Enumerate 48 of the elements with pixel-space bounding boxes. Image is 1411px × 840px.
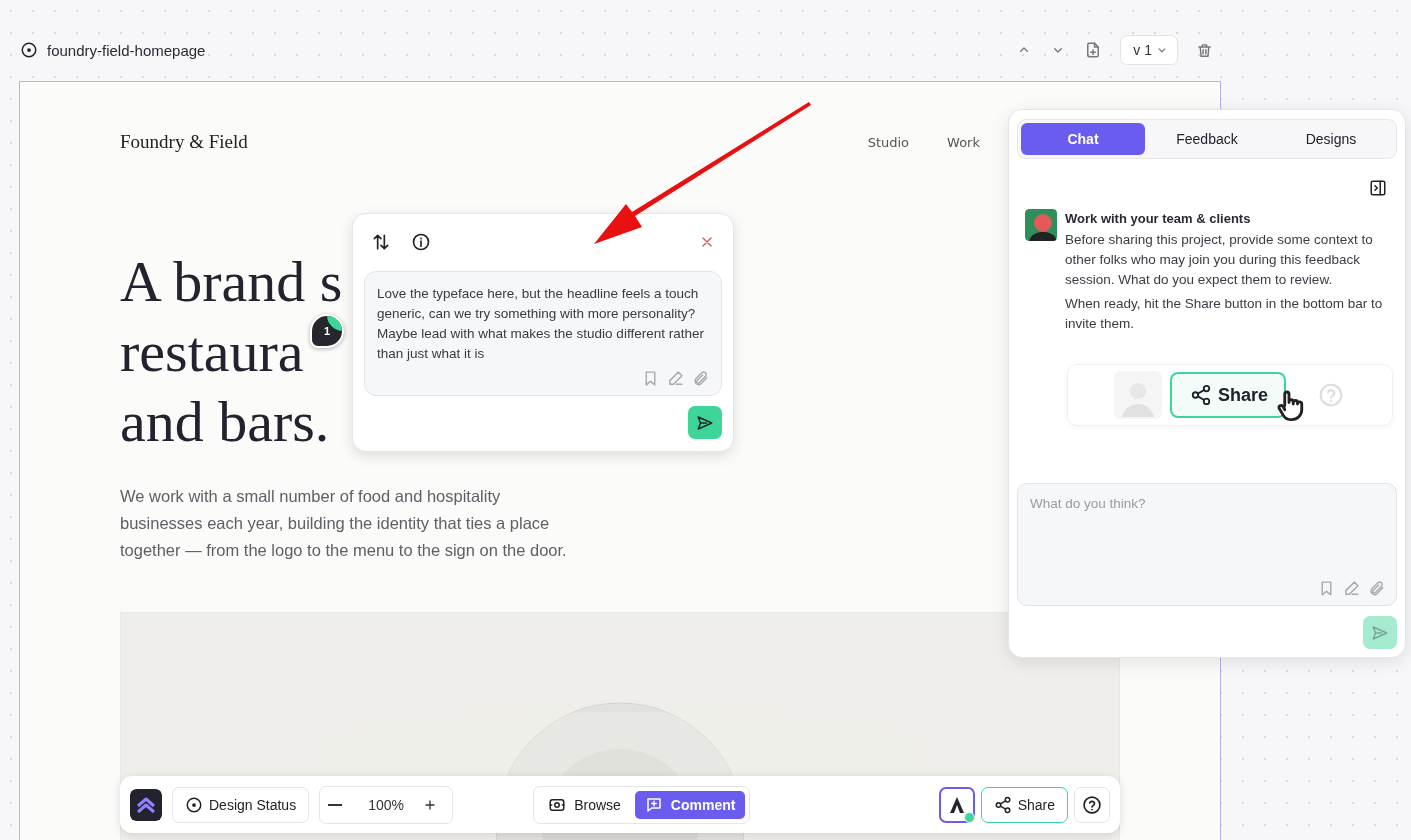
send-icon xyxy=(1371,623,1389,642)
tab[interactable]: Designs xyxy=(1269,123,1393,155)
user-button[interactable] xyxy=(938,786,975,823)
target-icon xyxy=(20,41,38,59)
send-button[interactable] xyxy=(688,406,722,439)
message-text: Before sharing this project, provide some context to other folks who may join you during this feedback session. What do you expect them to review. xyxy=(1065,231,1374,289)
info-icon[interactable] xyxy=(411,231,431,252)
project-name: foundry-field-homepage xyxy=(47,41,206,59)
comment-field[interactable]: Love the typeface here, but the headline feels a touch generic, can we try something with more personality? Maybe lead with what makes the studio different rather than just what it is xyxy=(364,271,722,396)
mode-toggle[interactable]: Comment xyxy=(634,790,746,819)
help-icon xyxy=(1082,794,1102,815)
nav-link[interactable]: Studio xyxy=(867,134,910,150)
trash-icon[interactable] xyxy=(1196,41,1213,59)
collapse-panel-icon[interactable] xyxy=(1369,179,1387,197)
share-icon xyxy=(1190,384,1212,406)
brand-name: Foundry & Field xyxy=(120,131,248,153)
headline: restaura xyxy=(120,318,304,386)
target-icon xyxy=(185,795,203,814)
headline: and bars. xyxy=(120,388,330,456)
send-icon xyxy=(696,413,714,432)
avatar xyxy=(1025,209,1057,241)
tab[interactable]: Feedback xyxy=(1145,123,1269,155)
paperclip-icon[interactable] xyxy=(1368,580,1385,597)
mode-toggle[interactable]: Browse xyxy=(538,790,631,819)
comment-icon xyxy=(644,795,663,814)
avatar xyxy=(1114,371,1162,419)
version-dropdown[interactable]: v 1 xyxy=(1120,35,1178,65)
letter-logo-icon xyxy=(948,795,965,814)
share-icon xyxy=(993,795,1012,814)
share-button[interactable]: Share xyxy=(980,786,1068,823)
zoom-level: 100% xyxy=(367,796,406,813)
message-text: When ready, hit the Share button in the bottom bar to invite them. xyxy=(1065,295,1384,333)
help-icon xyxy=(1318,382,1345,408)
message-title: Work with your team & clients xyxy=(1065,211,1252,226)
nav-link[interactable]: Work xyxy=(947,134,980,150)
tab[interactable]: Chat xyxy=(1021,123,1145,155)
minus-icon xyxy=(328,803,343,806)
help-button[interactable] xyxy=(1074,786,1110,823)
intro-text: We work with a small number of food and hospitality businesses each year, building the identity that ties a place together — from the logo to the menu to the sign on the door. xyxy=(120,486,568,561)
paperclip-icon[interactable] xyxy=(692,370,709,387)
sort-icon[interactable] xyxy=(371,231,391,252)
app-logo[interactable] xyxy=(130,788,162,821)
chat-input[interactable]: What do you think? xyxy=(1017,483,1397,606)
headline: A brand s xyxy=(120,248,343,316)
design-status-button[interactable]: Design Status xyxy=(172,786,310,823)
pencil-icon[interactable] xyxy=(1343,580,1360,597)
share-button[interactable]: Share xyxy=(1170,372,1287,418)
pencil-icon[interactable] xyxy=(667,370,684,387)
